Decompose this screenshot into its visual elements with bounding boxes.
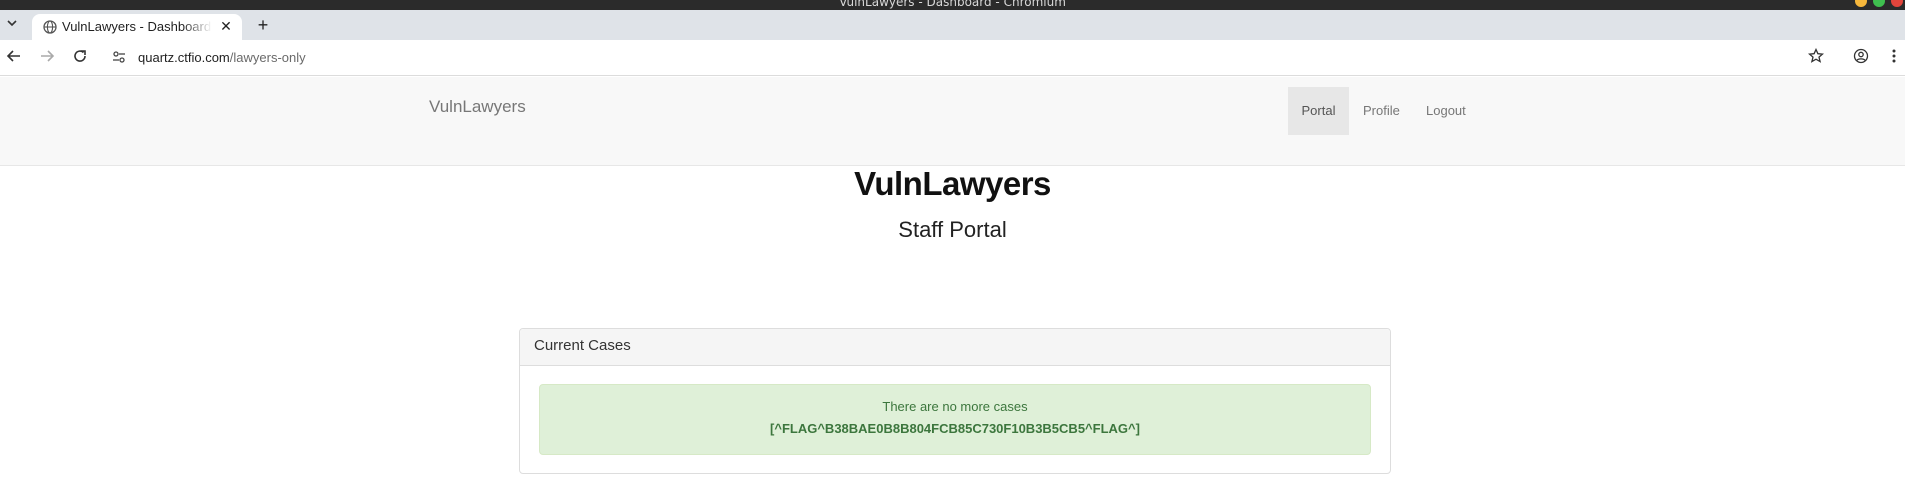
forward-arrow-icon[interactable]	[37, 48, 57, 68]
new-tab-button[interactable]: +	[252, 15, 274, 37]
nav-profile-link[interactable]: Profile	[1349, 87, 1414, 135]
url-text: quartz.ctfio.com/lawyers-only	[138, 50, 306, 65]
site-navbar: VulnLawyers Portal Profile Logout	[0, 77, 1905, 166]
tab-strip: VulnLawyers - Dashboard ✕ +	[0, 10, 1905, 41]
tab-title: VulnLawyers - Dashboard	[62, 19, 212, 34]
browser-menu-icon[interactable]	[1884, 48, 1904, 68]
page-title: VulnLawyers	[854, 165, 1051, 202]
close-tab-icon[interactable]: ✕	[218, 18, 234, 34]
nav-portal-link[interactable]: Portal	[1288, 87, 1349, 135]
address-bar[interactable]: quartz.ctfio.com/lawyers-only	[100, 44, 1860, 72]
page-subtitle: Staff Portal	[898, 217, 1007, 242]
site-info-icon[interactable]	[112, 50, 128, 66]
url-host: quartz.ctfio.com	[138, 50, 230, 65]
globe-icon	[43, 20, 57, 34]
navbar-brand[interactable]: VulnLawyers	[429, 97, 526, 117]
bookmark-star-icon[interactable]	[1806, 47, 1826, 68]
flag-text: [^FLAG^B38BAE0B8B804FCB85C730F10B3B5CB5^…	[770, 421, 1140, 436]
account-icon[interactable]	[1851, 48, 1871, 68]
panel-heading: Current Cases	[520, 329, 1390, 366]
back-arrow-icon[interactable]	[4, 48, 24, 68]
browser-tab[interactable]: VulnLawyers - Dashboard ✕	[32, 14, 242, 41]
browser-toolbar: quartz.ctfio.com/lawyers-only	[0, 40, 1905, 76]
os-titlebar: VulnLawyers - Dashboard - Chromium	[0, 0, 1905, 10]
reload-icon[interactable]	[70, 48, 90, 68]
alert-message: There are no more cases	[882, 399, 1028, 414]
cases-panel: Current Cases There are no more cases [^…	[519, 328, 1391, 474]
success-alert: There are no more cases [^FLAG^B38BAE0B8…	[539, 384, 1371, 455]
url-path: /lawyers-only	[229, 50, 306, 65]
tab-search-icon[interactable]	[4, 16, 20, 34]
page-content: VulnLawyers Portal Profile Logout VulnLa…	[0, 77, 1905, 488]
nav-logout-link[interactable]: Logout	[1412, 87, 1480, 135]
window-title: VulnLawyers - Dashboard - Chromium	[839, 0, 1066, 9]
